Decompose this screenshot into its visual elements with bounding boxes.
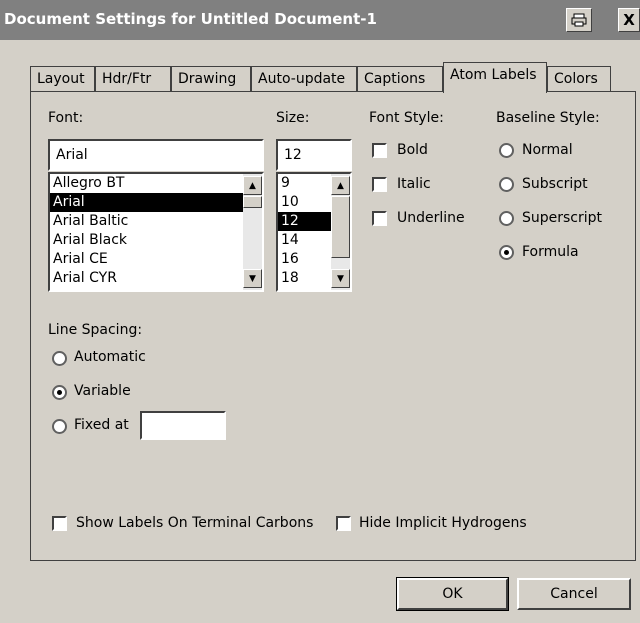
size-list[interactable]: 9 10 12 14 16 18 ▲ ▼ xyxy=(276,172,352,292)
show-labels-checkbox[interactable] xyxy=(52,516,67,531)
font-input[interactable]: Arial xyxy=(48,139,264,171)
formula-label: Formula xyxy=(522,244,579,260)
tab-captions[interactable]: Captions xyxy=(357,66,443,92)
cancel-button[interactable]: Cancel xyxy=(517,578,631,610)
scroll-down-icon[interactable]: ▼ xyxy=(331,269,350,288)
list-item[interactable]: Allegro BT xyxy=(50,174,262,193)
hide-hydrogens-checkbox[interactable] xyxy=(336,516,351,531)
size-input[interactable]: 12 xyxy=(276,139,352,171)
underline-label: Underline xyxy=(397,210,465,226)
italic-label: Italic xyxy=(397,176,431,192)
list-item[interactable]: Arial CE xyxy=(50,250,262,269)
font-list[interactable]: Allegro BT Arial Arial Baltic Arial Blac… xyxy=(48,172,264,292)
variable-label: Variable xyxy=(74,383,131,399)
tab-strip: Layout Hdr/Ftr Drawing Auto-update Capti… xyxy=(30,62,636,93)
variable-radio[interactable] xyxy=(52,385,67,400)
scroll-down-icon[interactable]: ▼ xyxy=(243,269,262,288)
list-item[interactable]: Arial Black xyxy=(50,231,262,250)
underline-checkbox[interactable] xyxy=(372,211,387,226)
scroll-thumb[interactable] xyxy=(331,196,350,258)
close-icon: X xyxy=(623,11,635,29)
automatic-label: Automatic xyxy=(74,349,146,365)
tab-atom-labels[interactable]: Atom Labels xyxy=(443,62,547,93)
show-labels-label: Show Labels On Terminal Carbons xyxy=(76,515,314,531)
scroll-thumb[interactable] xyxy=(243,196,262,208)
size-label: Size: xyxy=(276,110,310,126)
normal-radio[interactable] xyxy=(499,143,514,158)
italic-checkbox[interactable] xyxy=(372,177,387,192)
list-item[interactable]: Arial CYR xyxy=(50,269,262,288)
bold-label: Bold xyxy=(397,142,428,158)
radio-dot xyxy=(504,250,509,255)
printer-icon[interactable] xyxy=(566,8,592,32)
fixed-at-radio[interactable] xyxy=(52,419,67,434)
baseline-style-label: Baseline Style: xyxy=(496,110,600,126)
window-title: Document Settings for Untitled Document-… xyxy=(4,10,377,28)
formula-radio[interactable] xyxy=(499,245,514,260)
normal-label: Normal xyxy=(522,142,573,158)
line-spacing-label: Line Spacing: xyxy=(48,322,143,338)
superscript-radio[interactable] xyxy=(499,211,514,226)
tab-hdr-ftr[interactable]: Hdr/Ftr xyxy=(95,66,171,92)
subscript-label: Subscript xyxy=(522,176,588,192)
radio-dot xyxy=(57,390,62,395)
tab-drawing[interactable]: Drawing xyxy=(171,66,251,92)
tab-auto-update[interactable]: Auto-update xyxy=(251,66,357,92)
font-scrollbar[interactable]: ▲ ▼ xyxy=(243,174,262,290)
font-label: Font: xyxy=(48,110,84,126)
tab-layout[interactable]: Layout xyxy=(30,66,95,92)
fixed-at-input[interactable] xyxy=(140,411,226,440)
fixed-at-label: Fixed at xyxy=(74,417,129,433)
font-style-label: Font Style: xyxy=(369,110,444,126)
tab-colors[interactable]: Colors xyxy=(547,66,611,92)
list-item[interactable]: Arial Baltic xyxy=(50,212,262,231)
scroll-up-icon[interactable]: ▲ xyxy=(243,176,262,195)
size-scrollbar[interactable]: ▲ ▼ xyxy=(331,174,350,290)
ok-button[interactable]: OK xyxy=(396,577,509,611)
hide-hydrogens-label: Hide Implicit Hydrogens xyxy=(359,515,527,531)
superscript-label: Superscript xyxy=(522,210,603,226)
bold-checkbox[interactable] xyxy=(372,143,387,158)
scroll-up-icon[interactable]: ▲ xyxy=(331,176,350,195)
list-item-selected[interactable]: Arial xyxy=(50,193,262,212)
close-button[interactable]: X xyxy=(618,8,640,32)
subscript-radio[interactable] xyxy=(499,177,514,192)
automatic-radio[interactable] xyxy=(52,351,67,366)
